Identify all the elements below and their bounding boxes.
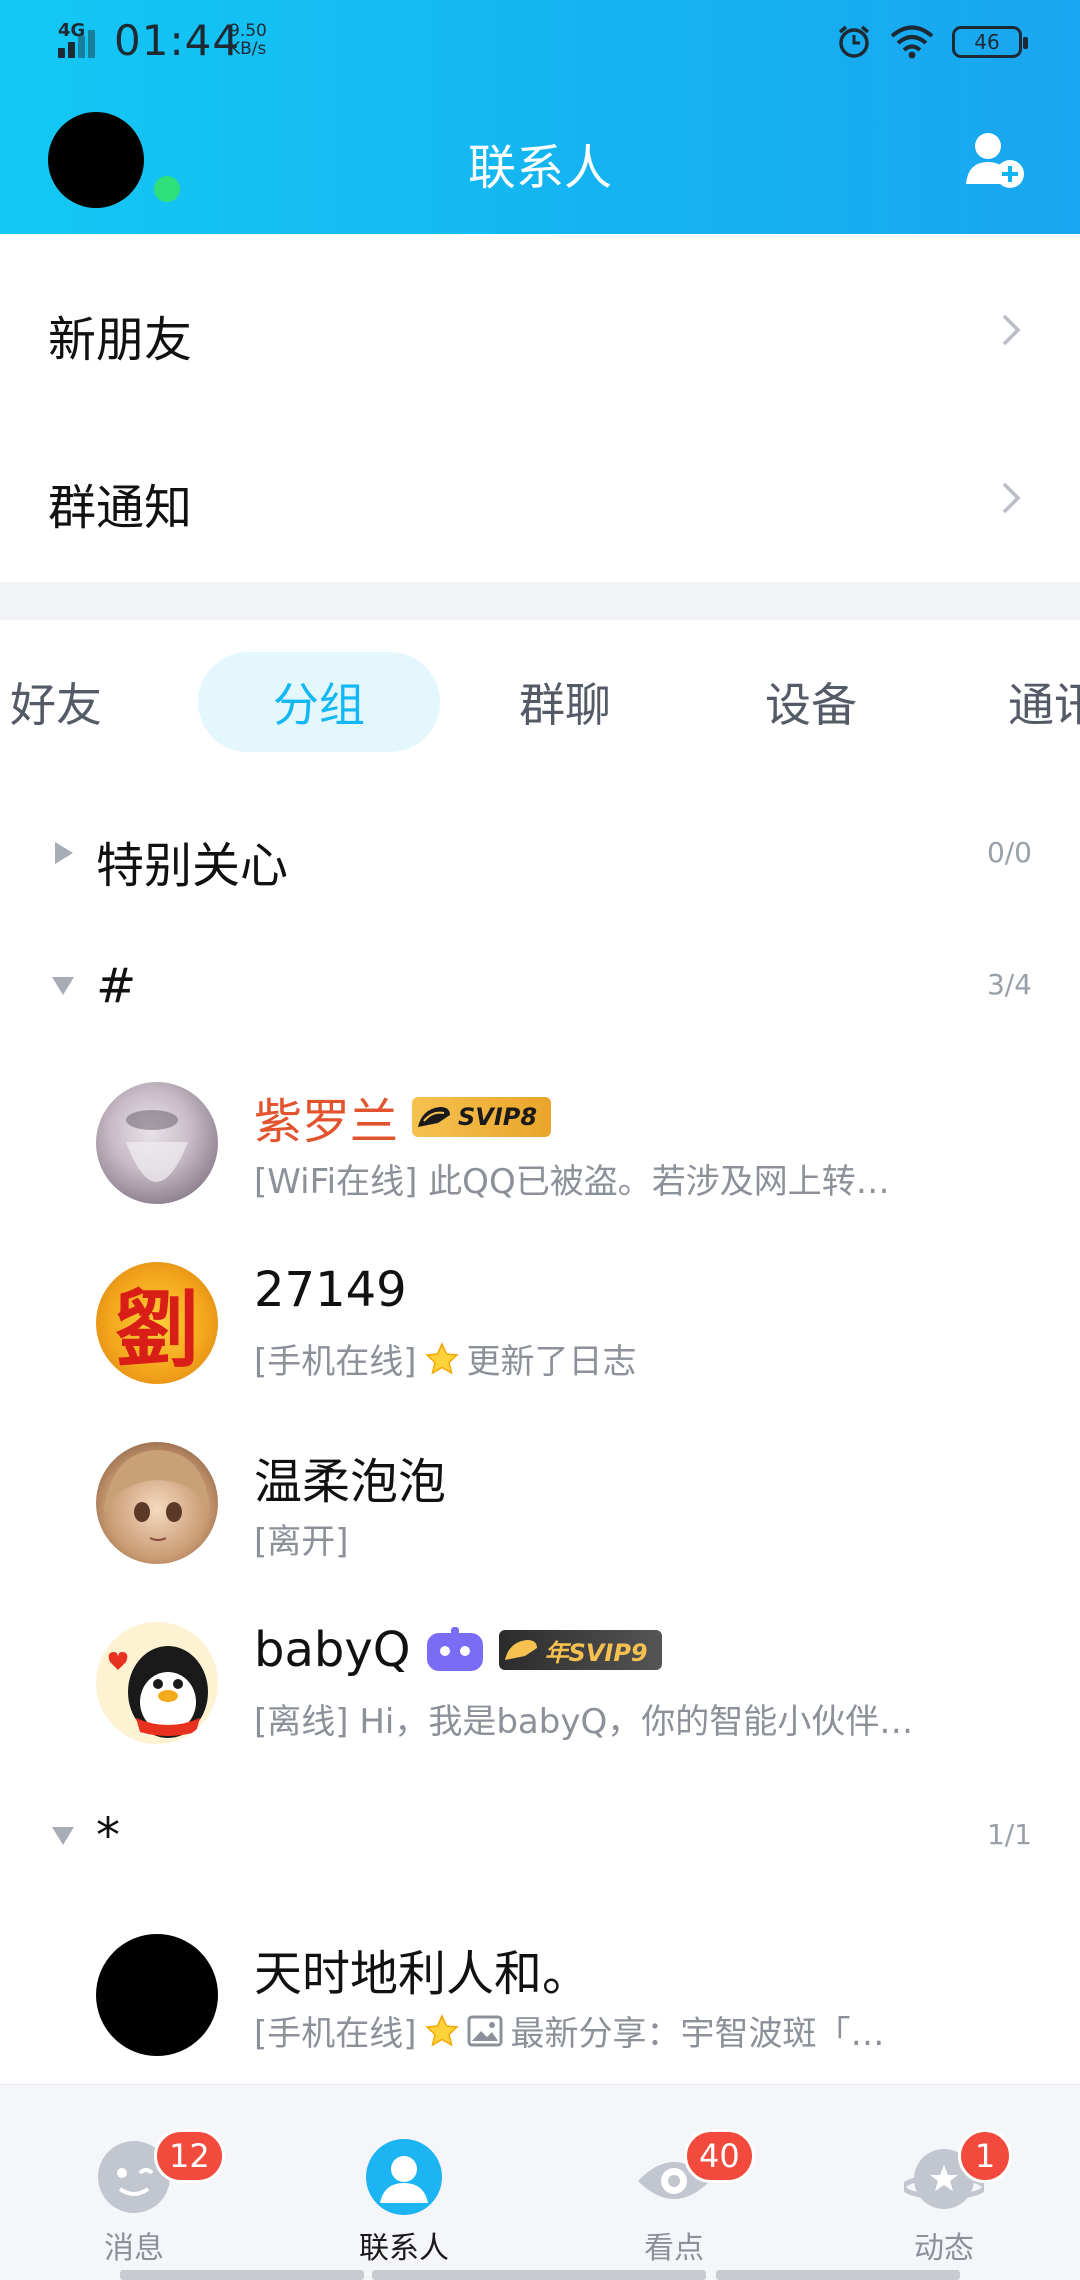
status-text: 最新分享：宇智波斑「… <box>510 2014 885 2054</box>
tab-group-chats[interactable]: 群聊 <box>494 652 636 752</box>
status-right: 46 <box>836 22 1028 62</box>
unread-badge: 1 <box>958 2129 1012 2183</box>
gesture-bar-left <box>120 2270 364 2280</box>
expanded-arrow-icon <box>52 1827 74 1845</box>
contact-name: 27149 <box>254 1262 407 1318</box>
contact-avatar <box>96 1082 218 1204</box>
status-time: 01:44 <box>114 16 241 65</box>
nav-label: 看点 <box>644 2231 704 2266</box>
contact-name: 紫罗兰 SVIP8 <box>254 1082 552 1152</box>
nav-label: 联系人 <box>359 2231 449 2266</box>
contact-avatar <box>96 1622 218 1744</box>
contact-row[interactable]: 劉 27149 [手机在线] 更新了日志 <box>0 1240 1080 1418</box>
nav-contacts[interactable]: 联系人 <box>304 2085 504 2280</box>
contact-status: [WiFi在线] 此QQ已被盗。若涉及网上转… <box>254 1162 890 1202</box>
contact-row[interactable]: babyQ 年SVIP9 [离线] Hi，我是babyQ，你的智能小伙伴… <box>0 1600 1080 1778</box>
network-speed: 9.50 KB/s <box>229 22 267 58</box>
contact-tabs: 好友 分组 群聊 设备 通讯 <box>0 652 1080 756</box>
star-icon <box>424 2013 459 2047</box>
battery-level: 46 <box>974 30 1000 54</box>
nav-messages[interactable]: 消息 12 <box>34 2085 234 2280</box>
group-count: 0/0 <box>986 836 1032 869</box>
contact-avatar <box>96 1934 218 2056</box>
avatar-character: 劉 <box>114 1279 199 1379</box>
svip-badge: SVIP8 <box>412 1097 552 1137</box>
star-icon <box>424 1341 459 1375</box>
nav-label: 消息 <box>104 2231 164 2266</box>
group-name: # <box>96 958 137 1014</box>
group-header-star[interactable]: * 1/1 <box>0 1786 1080 1886</box>
page-title: 联系人 <box>467 140 612 196</box>
chevron-right-icon <box>1002 314 1021 346</box>
gesture-bar-center[interactable] <box>372 2270 706 2280</box>
robot-icon <box>426 1627 483 1671</box>
wifi-icon <box>890 25 934 59</box>
status-text: 更新了日志 <box>466 1342 637 1382</box>
section-divider <box>0 582 1080 620</box>
group-notice-row[interactable]: 群通知 <box>0 414 1080 582</box>
speed-value: 9.50 <box>229 21 267 41</box>
image-icon <box>467 2015 503 2046</box>
contact-row[interactable]: 温柔泡泡 [离开] <box>0 1420 1080 1598</box>
tab-friends[interactable]: 好友 <box>10 652 136 752</box>
crown-icon <box>504 1640 537 1660</box>
contact-status: [手机在线] 更新了日志 <box>254 1334 637 1383</box>
group-name: 特别关心 <box>96 838 289 894</box>
unread-badge: 40 <box>684 2129 755 2183</box>
group-header-special[interactable]: 特别关心 0/0 <box>0 804 1080 904</box>
bottom-nav: 消息 12 联系人 看点 40 动态 1 <box>0 2084 1080 2280</box>
group-name: * <box>96 1808 120 1864</box>
crown-icon <box>418 1107 451 1127</box>
contact-row[interactable]: 紫罗兰 SVIP8 [WiFi在线] 此QQ已被盗。若涉及网上转… <box>0 1060 1080 1238</box>
signal-icon: 4G <box>58 20 108 58</box>
contact-avatar <box>96 1442 218 1564</box>
new-friends-label: 新朋友 <box>48 312 193 368</box>
contact-name-text: 温柔泡泡 <box>254 1454 447 1510</box>
status-prefix: [手机在线] <box>254 2014 417 2054</box>
contact-row[interactable]: 天时地利人和。 [手机在线] 最新分享：宇智波斑「… <box>0 1912 1080 2090</box>
contact-name-text: 27149 <box>254 1262 407 1318</box>
status-prefix: [手机在线] <box>254 1342 417 1382</box>
contacts-screen: 4G 01:44 9.50 KB/s 46 联系人 新朋友 群通知 好友 分组 … <box>0 0 1080 2280</box>
contact-status: [离开] <box>254 1522 349 1562</box>
add-contact-icon[interactable] <box>964 130 1026 190</box>
tab-devices[interactable]: 设备 <box>740 652 882 752</box>
battery-icon: 46 <box>952 26 1028 58</box>
group-header-hash[interactable]: # 3/4 <box>0 936 1080 1036</box>
speed-unit: KB/s <box>229 39 267 59</box>
alarm-icon <box>838 25 870 58</box>
svip-badge-text: SVIP8 <box>458 1103 538 1131</box>
year-svip-badge-text: 年SVIP9 <box>544 1638 648 1667</box>
contact-name: 天时地利人和。 <box>254 1934 590 2004</box>
unread-badge: 12 <box>154 2129 225 2183</box>
chevron-right-icon <box>1002 482 1021 514</box>
status-bar: 4G 01:44 9.50 KB/s 46 <box>0 0 1080 84</box>
nav-label: 动态 <box>914 2231 974 2266</box>
group-count: 1/1 <box>986 1818 1032 1851</box>
expanded-arrow-icon <box>52 977 74 995</box>
tab-groups[interactable]: 分组 <box>198 652 440 752</box>
nav-moments[interactable]: 动态 1 <box>844 2085 1044 2280</box>
contact-name-text: 紫罗兰 <box>254 1094 399 1150</box>
contacts-icon <box>366 2139 442 2215</box>
contact-status: [手机在线] 最新分享：宇智波斑「… <box>254 2006 885 2055</box>
contact-name: 温柔泡泡 <box>254 1442 446 1512</box>
contact-name-text: 天时地利人和。 <box>254 1946 591 2002</box>
collapsed-arrow-icon <box>55 842 73 864</box>
tab-contacts-book[interactable]: 通讯 <box>1008 652 1080 752</box>
header: 4G 01:44 9.50 KB/s 46 联系人 <box>0 0 1080 234</box>
new-friends-row[interactable]: 新朋友 <box>0 246 1080 414</box>
contact-name: babyQ 年SVIP9 <box>254 1622 662 1678</box>
contact-status: [离线] Hi，我是babyQ，你的智能小伙伴… <box>254 1702 914 1742</box>
gesture-bar-right <box>716 2270 960 2280</box>
group-count: 3/4 <box>986 968 1032 1001</box>
year-svip-badge: 年SVIP9 <box>498 1630 662 1670</box>
contact-avatar: 劉 <box>96 1262 218 1384</box>
contact-name-text: babyQ <box>254 1622 411 1678</box>
group-notice-label: 群通知 <box>48 480 193 536</box>
nav-watch[interactable]: 看点 40 <box>574 2085 774 2280</box>
